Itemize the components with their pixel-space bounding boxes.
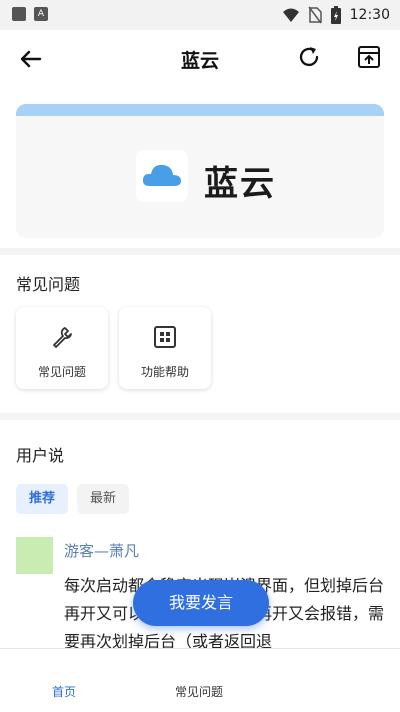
square-icon [12,7,26,21]
cloud-logo [136,150,188,202]
bottom-nav: 首页 常见问题 [0,648,400,712]
status-time: 12:30 [349,7,390,23]
faq-section: 常见问题 常见问题 功能帮助 [0,255,400,413]
banner-strip [16,104,384,116]
app-bar: 蓝云 [0,30,400,88]
banner-image[interactable]: 蓝云 [16,104,384,238]
users-section-title: 用户说 [16,446,65,465]
banner-card: 蓝云 [0,88,400,248]
page-title: 蓝云 [180,50,219,72]
refresh-icon[interactable] [296,44,322,70]
faq-section-title: 常见问题 [16,275,81,294]
nav-faq[interactable]: 常见问题 [175,683,223,700]
wifi-icon [282,8,299,22]
nav-home[interactable]: 首页 [52,683,76,700]
grid-icon [154,326,176,348]
tab-latest[interactable]: 最新 [77,484,130,514]
wrench-icon [53,327,72,348]
content-area[interactable]: 蓝云 常见问题 常见问题 功能帮助 用户说 推荐 最新 游客—萧凡 每次启动都会… [0,88,400,648]
cloud-icon [142,164,181,186]
avatar[interactable] [16,537,53,574]
status-bar: A 12:30 [0,0,400,30]
battery-charging-icon [330,6,341,24]
faq-tile[interactable]: 常见问题 [16,307,108,389]
a-icon: A [34,7,48,21]
post-comment-button[interactable]: 我要发言 [133,580,269,626]
help-tile[interactable]: 功能帮助 [119,307,211,389]
browser-icon[interactable] [356,44,382,70]
no-sim-icon [308,6,322,24]
post-username[interactable]: 游客—萧凡 [64,540,139,561]
help-tile-label: 功能帮助 [140,365,189,379]
tab-recommended[interactable]: 推荐 [16,484,69,514]
logo-text: 蓝云 [204,164,276,204]
faq-tile-label: 常见问题 [37,365,86,379]
